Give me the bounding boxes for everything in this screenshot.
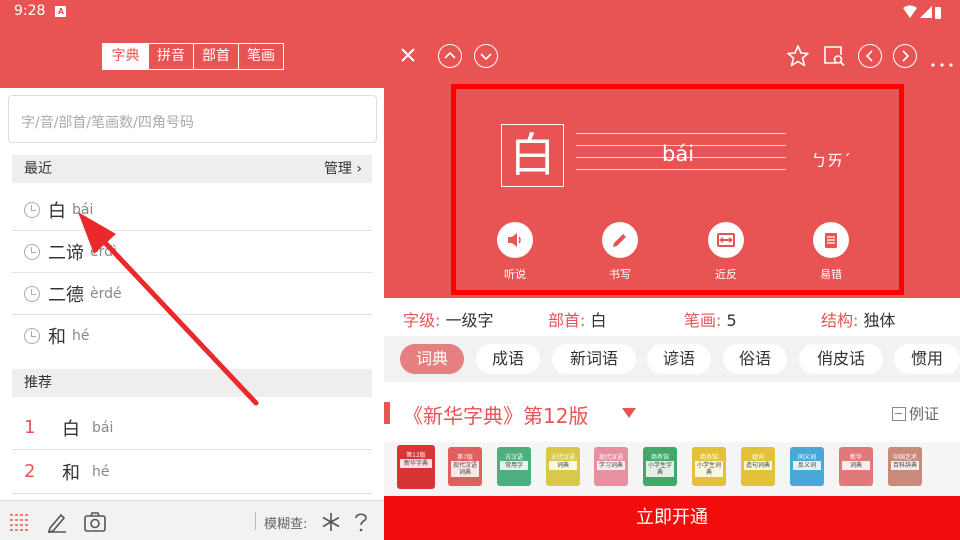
detail-panel: 白 bái ㄅㄞˊ 听说 书写 近反 易错 字级: 一级字 部首: 白 笔画: …	[384, 0, 960, 540]
tab-qiaopihua[interactable]: 俏皮话	[799, 344, 883, 374]
book-edition: 组词	[751, 454, 764, 461]
annotation-arrow	[78, 212, 259, 406]
book-edition: 新华	[849, 454, 862, 461]
book-item[interactable]: 新华 词典	[839, 447, 873, 486]
property-value: 独体	[863, 311, 896, 330]
swap-icon	[708, 222, 744, 258]
character-display: 白	[501, 124, 564, 187]
write-button[interactable]: 书写	[590, 222, 650, 282]
tab-suyu[interactable]: 俗语	[723, 344, 787, 374]
synonym-antonym-button[interactable]: 近反	[696, 222, 756, 282]
book-item[interactable]: 中国艺术 百科辞典	[888, 447, 922, 486]
pinyin-text: bái	[662, 142, 695, 166]
book-title: 词典	[549, 461, 577, 470]
collapse-icon	[892, 407, 906, 421]
example-label: 例证	[909, 405, 940, 423]
property-structure: 结构: 独体	[821, 307, 896, 331]
book-item[interactable]: 同义词 反义词	[790, 447, 824, 486]
category-tabs: 词典 成语 新词语 谚语 俗语 俏皮话 惯用	[384, 336, 960, 382]
activate-now-button[interactable]: 立即开通	[384, 496, 960, 540]
dictionary-selector: 《新华字典》第12版 例证	[384, 382, 960, 442]
chevron-down-icon[interactable]	[474, 44, 498, 68]
close-icon[interactable]	[400, 47, 416, 67]
book-title: 新华字典	[400, 459, 432, 468]
example-toggle[interactable]: 例证	[892, 403, 939, 424]
book-item[interactable]: 现代汉语 学习词典	[594, 447, 628, 486]
character-properties: 字级: 一级字 部首: 白 笔画: 5 结构: 独体	[384, 298, 960, 336]
property-level: 字级: 一级字	[403, 307, 494, 331]
property-value: 白	[590, 311, 607, 330]
book-title: 反义词	[793, 461, 821, 470]
left-panel: 9:28 A 字典 拼音 部首 笔画 字/音/部首/笔画数/四角号码 最近 管理…	[0, 0, 384, 540]
section-marker	[384, 402, 390, 424]
zhuyin-text: ㄅㄞˊ	[811, 151, 852, 170]
property-value: 一级字	[445, 311, 494, 330]
tab-yanyu[interactable]: 谚语	[647, 344, 711, 374]
book-edition: 古汉语	[504, 454, 523, 461]
property-key: 部首:	[548, 311, 586, 330]
character-card: 白 bái ㄅㄞˊ 听说 书写 近反 易错	[451, 84, 904, 295]
book-title: 学习词典	[597, 461, 625, 470]
system-status-icons	[903, 5, 941, 19]
app-root: 9:28 A 字典 拼音 部首 笔画 字/音/部首/笔画数/四角号码 最近 管理…	[0, 0, 960, 540]
book-item[interactable]: 古汉语 常用字	[497, 447, 531, 486]
next-icon[interactable]	[893, 44, 917, 68]
speaker-icon	[497, 222, 533, 258]
property-value: 5	[726, 311, 737, 330]
book-edition: 商务馆	[699, 454, 718, 461]
detail-header: 白 bái ㄅㄞˊ 听说 书写 近反 易错	[384, 0, 960, 298]
book-edition: 现代汉语	[598, 454, 623, 461]
book-edition: 中国艺术	[892, 454, 917, 461]
book-edition: 第7版	[457, 454, 473, 461]
book-title: 小学生词典	[695, 461, 723, 477]
book-edition: 同义词	[797, 454, 816, 461]
book-item[interactable]: 商务馆 小学生字典	[643, 447, 677, 486]
more-options-icon[interactable]	[930, 53, 954, 72]
pinyin-guideline	[576, 133, 786, 134]
dictionary-title[interactable]: 《新华字典》第12版	[403, 400, 588, 429]
dictionary-books: 第12版 新华字典 第7版 现代汉语词典 古汉语 常用字 古代汉语 词典 现代汉语 学习词…	[384, 442, 960, 496]
common-errors-label: 易错	[820, 268, 842, 281]
dropdown-arrow-icon[interactable]	[622, 408, 636, 418]
book-title: 百科辞典	[891, 461, 919, 470]
book-item[interactable]: 第7版 现代汉语词典	[448, 447, 482, 486]
book-title: 词典	[842, 461, 870, 470]
pinyin-guideline	[576, 169, 786, 170]
book-title: 小学生字典	[646, 461, 674, 477]
book-item[interactable]: 第12版 新华字典	[397, 445, 435, 489]
book-item[interactable]: 古代汉语 词典	[546, 447, 580, 486]
book-edition: 古代汉语	[550, 454, 575, 461]
book-edition: 第12版	[406, 452, 426, 459]
common-errors-button[interactable]: 易错	[801, 222, 861, 282]
property-key: 结构:	[821, 311, 859, 330]
write-label: 书写	[609, 268, 631, 281]
synonym-antonym-label: 近反	[715, 268, 737, 281]
notepad-icon	[813, 222, 849, 258]
book-item[interactable]: 组词 造句词典	[741, 447, 775, 486]
listen-label: 听说	[504, 268, 526, 281]
book-title: 现代汉语词典	[451, 461, 479, 477]
tab-chengyu[interactable]: 成语	[476, 344, 540, 374]
property-key: 笔画:	[684, 311, 722, 330]
star-icon[interactable]	[786, 44, 810, 72]
tab-guanyong[interactable]: 惯用	[894, 344, 960, 374]
tab-cidian[interactable]: 词典	[400, 344, 464, 374]
book-title: 常用字	[500, 461, 528, 470]
search-page-icon[interactable]	[822, 44, 846, 72]
tab-xinciyu[interactable]: 新词语	[552, 344, 636, 374]
pencil-icon	[602, 222, 638, 258]
book-item[interactable]: 商务馆 小学生词典	[692, 447, 726, 486]
property-radical: 部首: 白	[548, 307, 607, 331]
book-edition: 商务馆	[650, 454, 669, 461]
property-strokes: 笔画: 5	[684, 307, 737, 331]
book-title: 造句词典	[744, 461, 772, 470]
previous-icon[interactable]	[858, 44, 882, 68]
property-key: 字级:	[403, 311, 441, 330]
chevron-up-icon[interactable]	[438, 44, 462, 68]
listen-button[interactable]: 听说	[485, 222, 545, 282]
